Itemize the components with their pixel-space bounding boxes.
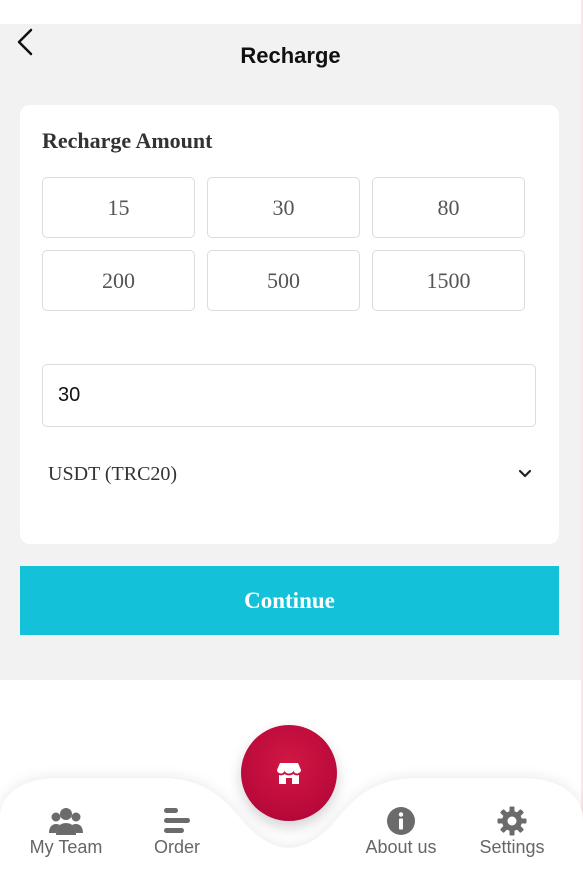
nav-label: My Team [29, 837, 103, 857]
order-icon [164, 808, 190, 833]
continue-button[interactable]: Continue [20, 566, 559, 635]
nav-label: Settings [479, 837, 545, 857]
nav-item-about-us[interactable]: About us [346, 806, 456, 858]
chevron-down-icon [518, 469, 532, 478]
currency-select[interactable]: USDT (TRC20) [48, 457, 533, 491]
status-spacer [0, 0, 583, 24]
nav-item-order[interactable]: Order [122, 806, 232, 858]
amount-option[interactable]: 15 [42, 177, 195, 238]
amount-option[interactable]: 30 [207, 177, 360, 238]
amount-option[interactable]: 500 [207, 250, 360, 311]
nav-item-settings[interactable]: Settings [457, 806, 567, 858]
amount-option[interactable]: 200 [42, 250, 195, 311]
nav-label: Order [153, 837, 200, 857]
currency-select-value: USDT (TRC20) [48, 462, 178, 485]
page-title: Recharge [240, 43, 341, 68]
section-title: Recharge Amount [42, 128, 213, 153]
gear-icon [497, 806, 527, 836]
nav-item-my-team[interactable]: My Team [11, 806, 121, 858]
amount-input[interactable] [42, 364, 536, 427]
nav-label: About us [365, 837, 437, 857]
store-button[interactable] [241, 725, 337, 821]
recharge-card: Recharge Amount 15 30 80 200 500 1500 US… [20, 105, 559, 544]
amount-option[interactable]: 1500 [372, 250, 525, 311]
amount-options: 15 30 80 200 500 1500 [42, 177, 525, 311]
info-icon [387, 807, 415, 835]
team-icon [49, 808, 83, 835]
amount-option[interactable]: 80 [372, 177, 525, 238]
store-icon [277, 763, 301, 784]
